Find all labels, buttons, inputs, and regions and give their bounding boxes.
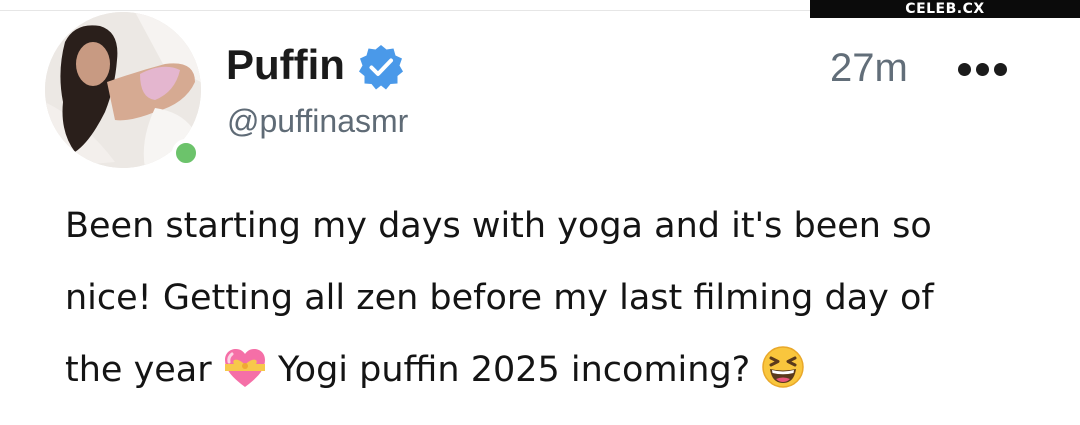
post-body-text: Yogi puffin 2025 incoming? (277, 350, 751, 390)
more-dot-icon (976, 62, 989, 76)
online-status-dot (172, 139, 200, 167)
post-body-line-3: the year Yogi puffin 2025 incoming? (65, 334, 1055, 406)
gift-heart-emoji-icon (224, 349, 265, 387)
post-body: Been starting my days with yoga and it's… (65, 190, 1055, 406)
post-body-line: nice! Getting all zen before my last fil… (65, 278, 934, 318)
avatar-container[interactable] (45, 12, 203, 168)
post-body-line: Been starting my days with yoga and it's… (65, 206, 932, 246)
watermark: CELEB.CX (810, 0, 1080, 18)
grinning-squinting-face-emoji-icon (762, 346, 805, 388)
post-body-text: the year (65, 350, 212, 390)
more-options-button[interactable] (958, 58, 1016, 80)
more-dot-icon (958, 62, 971, 76)
post-timestamp[interactable]: 27m (830, 46, 908, 91)
top-divider (0, 10, 810, 11)
more-dot-icon (994, 62, 1007, 76)
author-name[interactable]: Puffin (226, 41, 345, 89)
verified-badge-icon (359, 45, 403, 90)
author-handle[interactable]: @puffinasmr (227, 103, 408, 140)
